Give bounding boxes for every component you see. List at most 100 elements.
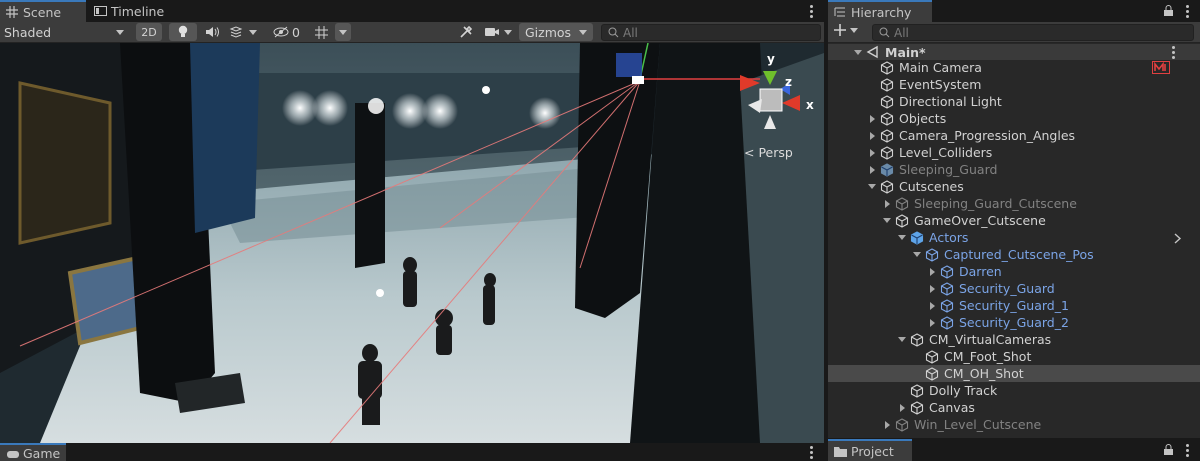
hierarchy-row[interactable]: Actors — [828, 229, 1200, 246]
expand-arrow-closed-icon[interactable] — [928, 301, 937, 310]
camera-settings-dropdown[interactable] — [484, 22, 516, 42]
expand-arrow-closed-icon[interactable] — [928, 318, 937, 327]
unity-scene-icon — [866, 45, 880, 59]
hierarchy-row[interactable]: CM_Foot_Shot — [828, 348, 1200, 365]
tab-timeline-label: Timeline — [111, 3, 165, 19]
hierarchy-row[interactable]: Darren — [828, 263, 1200, 280]
hierarchy-row-label: Level_Colliders — [899, 145, 993, 160]
expand-arrow-closed-icon[interactable] — [898, 403, 907, 412]
expand-arrow-closed-icon[interactable] — [883, 420, 892, 429]
scene-viewport[interactable]: y z x < Persp — [0, 43, 824, 443]
hierarchy-row[interactable]: Canvas — [828, 399, 1200, 416]
hierarchy-row-label: Cutscenes — [899, 179, 964, 194]
scene-tabbar: Scene Timeline — [0, 0, 824, 22]
expand-arrow-open-icon[interactable] — [868, 182, 877, 191]
hierarchy-row-label: Main* — [885, 44, 926, 60]
scene-root-row[interactable]: Main* — [828, 44, 1200, 60]
gameobject-cube-icon — [880, 145, 894, 160]
gameobject-cube-icon — [940, 264, 954, 279]
expand-arrow-closed-icon[interactable] — [928, 267, 937, 276]
expand-arrow-open-icon[interactable] — [883, 216, 892, 225]
hierarchy-row[interactable]: Security_Guard_2 — [828, 314, 1200, 331]
projection-toggle[interactable]: < Persp — [744, 145, 793, 160]
hierarchy-row[interactable]: EventSystem — [828, 76, 1200, 93]
hierarchy-list-icon — [834, 6, 846, 18]
hierarchy-row[interactable]: Sleeping_Guard — [828, 161, 1200, 178]
tab-hierarchy[interactable]: Hierarchy — [828, 0, 932, 22]
hierarchy-row-label: Canvas — [929, 400, 975, 415]
lighting-toggle-button[interactable] — [169, 23, 197, 41]
expand-arrow-closed-icon[interactable] — [928, 284, 937, 293]
hierarchy-row[interactable]: Win_Level_Cutscene — [828, 416, 1200, 433]
hierarchy-row-label: Actors — [929, 230, 969, 245]
hierarchy-row-label: Security_Guard_2 — [959, 315, 1069, 330]
hierarchy-row[interactable]: Dolly Track — [828, 382, 1200, 399]
hierarchy-row-label: Dolly Track — [929, 383, 998, 398]
gizmos-label: Gizmos — [524, 24, 572, 40]
hierarchy-search-input[interactable]: All — [872, 24, 1194, 41]
tab-project[interactable]: Project — [828, 439, 912, 461]
expand-arrow-closed-icon[interactable] — [883, 199, 892, 208]
scene-more-menu-icon[interactable] — [1169, 44, 1177, 60]
gizmos-dropdown[interactable]: Gizmos — [519, 23, 593, 41]
hierarchy-row[interactable]: Cutscenes — [828, 178, 1200, 195]
scene-more-menu-icon[interactable] — [807, 3, 815, 19]
expand-arrow-closed-icon[interactable] — [868, 114, 877, 123]
search-icon — [879, 27, 890, 38]
scene-visibility-toggle[interactable]: 0 — [273, 22, 305, 42]
create-button[interactable] — [834, 24, 858, 36]
hierarchy-row[interactable]: Captured_Cutscene_Pos — [828, 246, 1200, 263]
expand-arrow-closed-icon[interactable] — [868, 131, 877, 140]
expand-arrow-closed-icon[interactable] — [868, 148, 877, 157]
tab-scene-label: Scene — [23, 4, 62, 20]
hierarchy-row[interactable]: CM_OH_Shot — [828, 365, 1200, 382]
lock-icon[interactable] — [1163, 4, 1174, 20]
hierarchy-more-menu-icon[interactable] — [1183, 3, 1191, 19]
gameobject-cube-icon — [880, 128, 894, 143]
game-more-menu-icon[interactable] — [807, 444, 815, 460]
gameobject-cube-icon — [940, 298, 954, 313]
hierarchy-row[interactable]: Camera_Progression_Angles — [828, 127, 1200, 144]
chevron-down-icon — [116, 29, 124, 35]
tab-timeline[interactable]: Timeline — [88, 0, 178, 22]
hierarchy-row[interactable]: Sleeping_Guard_Cutscene — [828, 195, 1200, 212]
hierarchy-row[interactable]: Objects — [828, 110, 1200, 127]
scene-search-placeholder: All — [623, 25, 638, 40]
hierarchy-row[interactable]: Security_Guard — [828, 280, 1200, 297]
expand-arrow-open-icon[interactable] — [898, 335, 907, 344]
hierarchy-search-placeholder: All — [894, 25, 909, 40]
hierarchy-row[interactable]: Security_Guard_1 — [828, 297, 1200, 314]
lock-icon[interactable] — [1163, 443, 1174, 459]
effects-dropdown[interactable] — [229, 22, 267, 42]
hierarchy-row[interactable]: CM_VirtualCameras — [828, 331, 1200, 348]
audio-toggle-button[interactable] — [203, 22, 221, 42]
grid-options-dropdown[interactable] — [335, 23, 351, 41]
hierarchy-row[interactable]: Directional Light — [828, 93, 1200, 110]
hierarchy-row[interactable]: Level_Colliders — [828, 144, 1200, 161]
shading-mode-dropdown[interactable]: Shaded — [4, 22, 130, 42]
expand-arrow-open-icon[interactable] — [913, 250, 922, 259]
scene-panel: Scene Timeline Shaded 2D 0 Gizmos All y … — [0, 0, 824, 443]
chevron-down-icon — [249, 29, 257, 35]
project-more-menu-icon[interactable] — [1183, 442, 1191, 458]
game-tabbar: Game — [0, 443, 824, 461]
scene-render: y z x — [0, 43, 824, 443]
tab-scene[interactable]: Scene — [0, 0, 86, 22]
expand-arrow-open-icon[interactable] — [854, 48, 863, 57]
cinemachine-brain-icon — [1152, 61, 1170, 77]
open-prefab-arrow-icon[interactable] — [1174, 232, 1182, 247]
hierarchy-tabbar: Hierarchy — [828, 0, 1200, 22]
grid-snap-icon — [314, 25, 328, 39]
hierarchy-row[interactable]: Main Camera — [828, 59, 1200, 76]
lightbulb-icon — [178, 25, 188, 37]
speaker-icon — [206, 27, 219, 37]
scene-search-input[interactable]: All — [601, 24, 821, 41]
gameobject-cube-icon — [895, 196, 909, 211]
tab-game[interactable]: Game — [0, 443, 66, 461]
expand-arrow-closed-icon[interactable] — [868, 165, 877, 174]
expand-arrow-open-icon[interactable] — [898, 233, 907, 242]
toggle-2d-button[interactable]: 2D — [136, 23, 162, 41]
tools-button[interactable] — [455, 22, 477, 42]
grid-snap-toggle[interactable] — [311, 22, 331, 42]
hierarchy-row[interactable]: GameOver_Cutscene — [828, 212, 1200, 229]
